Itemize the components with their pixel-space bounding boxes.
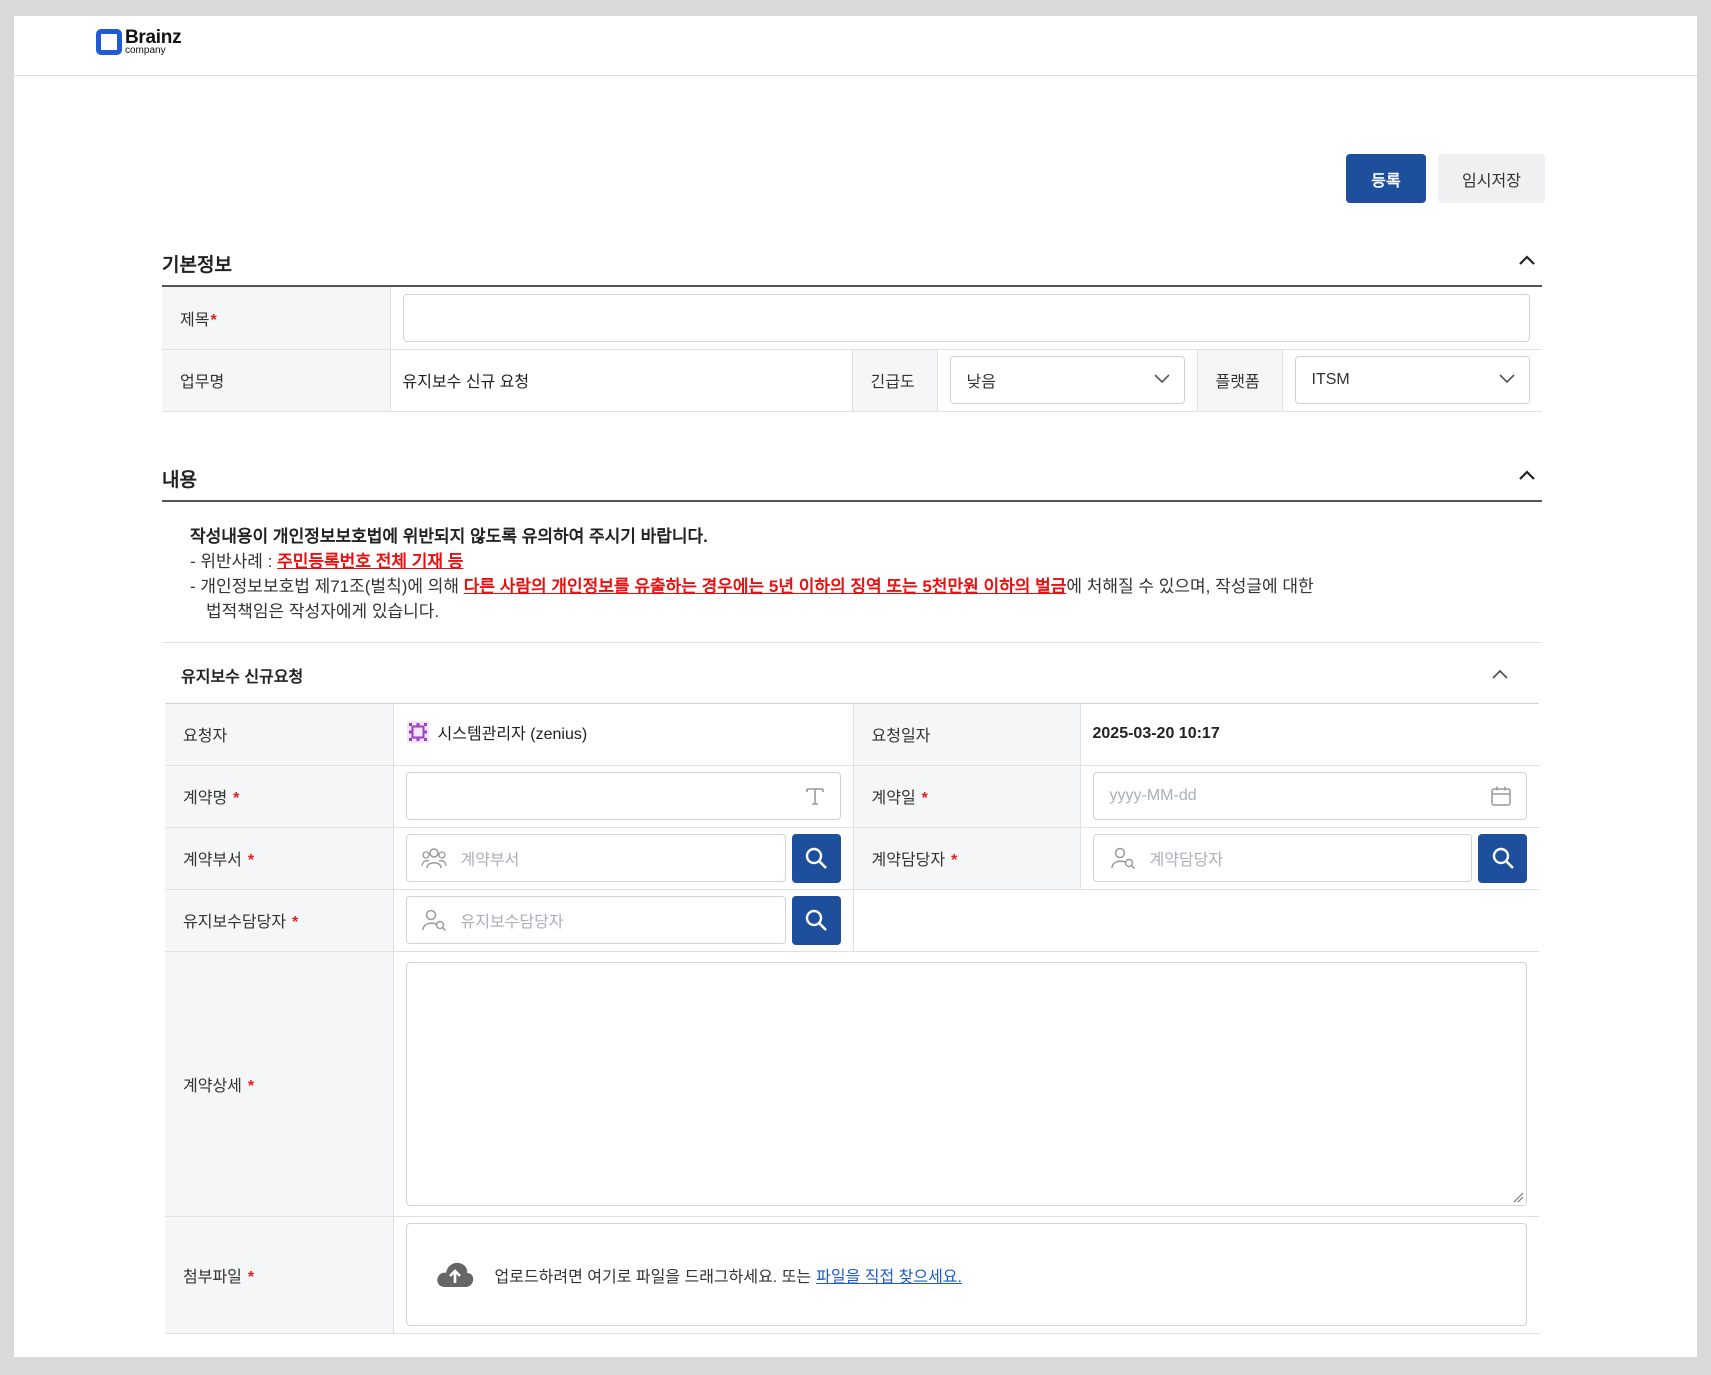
upload-instruction: 업로드하려면 여기로 파일을 드래그하세요. 또는 [494, 1268, 812, 1286]
urgency-label: 긴급도 [852, 349, 938, 412]
register-button[interactable]: 등록 [1346, 154, 1426, 203]
platform-selected-value: ITSM [1311, 371, 1350, 388]
privacy-notice: 작성내용이 개인정보보호법에 위반되지 않도록 유의하여 주시기 바랍니다. -… [162, 502, 1542, 643]
contract-dept-label: 계약부서 * [165, 827, 394, 890]
required-mark: * [951, 852, 958, 869]
file-dropzone[interactable]: 업로드하려면 여기로 파일을 드래그하세요. 또는 파일을 직접 찾으세요. [405, 1223, 1527, 1326]
maint-manager-search-button[interactable] [791, 895, 841, 945]
search-icon [805, 847, 827, 869]
platform-select[interactable]: ITSM [1294, 356, 1530, 404]
contract-name-row: 계약명 * 계약일 * yyyy-MM-dd [165, 765, 1539, 828]
search-icon [1492, 847, 1514, 869]
contract-dept-input[interactable]: 계약부서 [405, 834, 786, 882]
collapse-chevron-up-icon[interactable] [1491, 668, 1509, 680]
notice-law: - 개인정보보호법 제71조(벌칙)에 의해 다른 사람의 개인정보를 유출하는… [190, 577, 1314, 596]
notice-law-highlight: 다른 사람의 개인정보를 유출하는 경우에는 5년 이하의 징역 또는 5천만원… [463, 577, 1067, 596]
logo-mark-icon [96, 29, 122, 55]
group-icon [420, 848, 447, 869]
notice-title: 작성내용이 개인정보보호법에 위반되지 않도록 유의하여 주시기 바랍니다. [190, 527, 708, 546]
maint-manager-placeholder: 유지보수담당자 [460, 914, 564, 931]
user-search-icon [1110, 847, 1135, 870]
user-avatar-icon [406, 720, 429, 743]
contract-manager-label: 계약담당자 * [853, 827, 1081, 890]
task-label: 업무명 [162, 349, 391, 412]
collapse-chevron-up-icon[interactable] [1518, 469, 1536, 481]
urgency-selected-value: 낮음 [966, 374, 996, 391]
basic-info-header: 기본정보 [162, 238, 1542, 287]
search-icon [805, 909, 827, 931]
request-header: 유지보수 신규요청 [165, 643, 1539, 704]
request-date-value: 2025-03-20 10:17 [1080, 704, 1539, 766]
request-subsection: 유지보수 신규요청 요청자 시스템관리자 (zenius) 요청일자 2025-… [165, 643, 1539, 1334]
contract-name-input[interactable] [405, 772, 841, 820]
top-bar: Brainz company [14, 16, 1697, 76]
contract-date-label: 계약일 * [853, 765, 1081, 828]
action-bar: 등록 임시저장 [1346, 154, 1545, 203]
request-date-label: 요청일자 [853, 704, 1081, 766]
collapse-chevron-up-icon[interactable] [1518, 254, 1536, 266]
chevron-down-icon [1153, 374, 1170, 384]
content-header: 내용 [162, 453, 1542, 502]
basic-info-table: 제목* 업무명 유지보수 신규 요청 긴급도 낮음 플랫폼 ITSM [162, 287, 1542, 412]
required-mark: * [233, 790, 240, 807]
contract-manager-placeholder: 계약담당자 [1149, 852, 1224, 869]
task-row: 업무명 유지보수 신규 요청 긴급도 낮음 플랫폼 ITSM [162, 349, 1542, 412]
required-mark: * [292, 914, 299, 931]
text-type-icon [805, 788, 824, 805]
page-frame: Brainz company 등록 임시저장 기본정보 제목* 업무명 유지보수… [14, 16, 1697, 1357]
required-mark: * [247, 852, 255, 869]
contract-detail-row: 계약상세 * [165, 951, 1539, 1217]
calendar-icon[interactable] [1490, 785, 1512, 807]
subsection-title: 유지보수 신규요청 [181, 669, 304, 686]
required-mark: * [247, 1077, 255, 1095]
cloud-upload-icon [436, 1262, 473, 1287]
subject-label: 제목* [162, 287, 391, 350]
temp-save-button[interactable]: 임시저장 [1438, 154, 1545, 203]
browse-files-link[interactable]: 파일을 직접 찾으세요. [816, 1263, 962, 1287]
requester-label: 요청자 [165, 704, 394, 766]
required-mark: * [921, 790, 928, 807]
required-mark: * [210, 311, 217, 329]
requester-row: 요청자 시스템관리자 (zenius) 요청일자 2025-03-20 10:1… [165, 704, 1539, 766]
notice-case-highlight: 주민등록번호 전체 기재 등 [277, 552, 464, 571]
contract-date-input[interactable]: yyyy-MM-dd [1092, 772, 1527, 820]
urgency-select[interactable]: 낮음 [949, 356, 1185, 404]
contract-dept-search-button[interactable] [791, 833, 841, 883]
request-table: 요청자 시스템관리자 (zenius) 요청일자 2025-03-20 10:1… [165, 704, 1539, 1334]
attachment-label: 첨부파일 * [165, 1216, 394, 1334]
contract-detail-label: 계약상세 * [165, 951, 394, 1217]
subject-input[interactable] [402, 293, 1530, 342]
chevron-down-icon [1499, 374, 1515, 384]
required-mark: * [247, 1268, 255, 1286]
brand-logo[interactable]: Brainz company [96, 28, 182, 56]
task-value: 유지보수 신규 요청 [390, 349, 853, 412]
resize-handle-icon[interactable] [1512, 1191, 1524, 1203]
section-title: 내용 [162, 470, 197, 491]
contract-manager-search-button[interactable] [1478, 833, 1527, 883]
requester-value: 시스템관리자 (zenius) [437, 725, 588, 743]
contract-detail-textarea[interactable] [405, 961, 1527, 1206]
contract-name-label: 계약명 * [165, 765, 394, 828]
maint-manager-row: 유지보수담당자 * 유지보수담당자 [165, 889, 1539, 952]
subject-row: 제목* [162, 287, 1542, 350]
platform-label: 플랫폼 [1197, 349, 1283, 412]
contract-dept-placeholder: 계약부서 [460, 852, 520, 869]
notice-case: - 위반사례 : 주민등록번호 전체 기재 등 [190, 552, 464, 571]
notice-law-line2: 법적책임은 작성자에게 있습니다. [206, 602, 440, 621]
empty-cell [853, 889, 1539, 952]
contract-manager-input[interactable]: 계약담당자 [1092, 834, 1472, 882]
content-section: 내용 작성내용이 개인정보보호법에 위반되지 않도록 유의하여 주시기 바랍니다… [162, 453, 1542, 1334]
maint-manager-input[interactable]: 유지보수담당자 [405, 896, 786, 944]
contract-date-placeholder: yyyy-MM-dd [1109, 787, 1197, 804]
section-title: 기본정보 [162, 255, 232, 276]
basic-info-section: 기본정보 제목* 업무명 유지보수 신규 요청 긴급도 낮음 플랫폼 ITSM [162, 238, 1542, 412]
contract-dept-row: 계약부서 * 계약부서 계약담당자 * 계약담당자 [165, 827, 1539, 890]
attachment-row: 첨부파일 * 업로드하려면 여기로 파일을 드래그하세요. 또는 파일을 직접 찾… [165, 1216, 1539, 1334]
maint-manager-label: 유지보수담당자 * [165, 889, 394, 952]
user-search-icon [421, 909, 446, 932]
